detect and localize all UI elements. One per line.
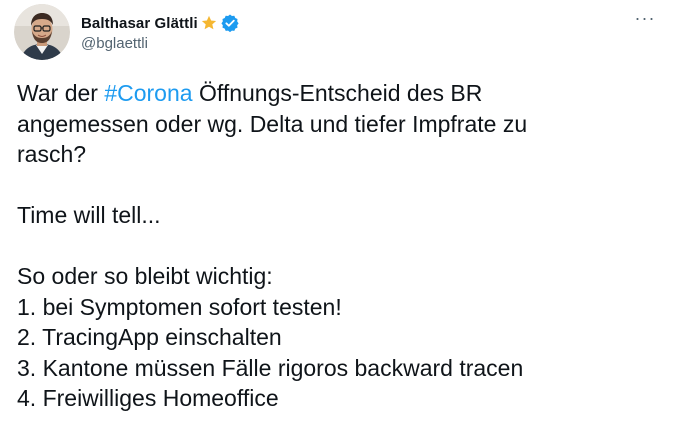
list-item: 4. Freiwilliges Homeoffice [17,385,279,411]
author-handle[interactable]: @bglaettli [81,35,240,52]
more-options-icon[interactable]: ··· [632,8,658,28]
tweet-line-1: War der #Corona Öffnungs-Entscheid des B… [17,78,667,109]
tweet-header: Balthasar Glättli @bglaettli [14,4,240,60]
list-item: 2. TracingApp einschalten [17,324,282,350]
name-row: Balthasar Glättli [81,12,240,34]
tweet-line-5: So oder so bleibt wichtig: [17,263,273,289]
tweet-text: War der #Corona Öffnungs-Entscheid des B… [17,78,667,414]
author-block: Balthasar Glättli @bglaettli [81,12,240,52]
hashtag-link[interactable]: #Corona [104,80,192,106]
tweet-line-4: Time will tell... [17,202,161,228]
verified-icon [220,13,240,33]
tweet-line-2: angemessen oder wg. Delta und tiefer Imp… [17,110,528,137]
tweet-line-1-suffix: Öffnungs-Entscheid des BR [192,80,483,106]
tweet-line-1-prefix: War der [17,80,105,106]
tweet-line-3: rasch? [17,141,87,167]
avatar[interactable] [14,4,70,60]
tweet-card: Balthasar Glättli @bglaettli ··· War der… [0,0,680,439]
author-display-name[interactable]: Balthasar Glättli [81,15,198,32]
avatar-photo-icon [14,4,70,60]
list-item: 3. Kantone müssen Fälle rigoros backward… [17,354,524,381]
star-icon [200,14,218,32]
list-item: 1. bei Symptomen sofort testen! [17,293,342,320]
